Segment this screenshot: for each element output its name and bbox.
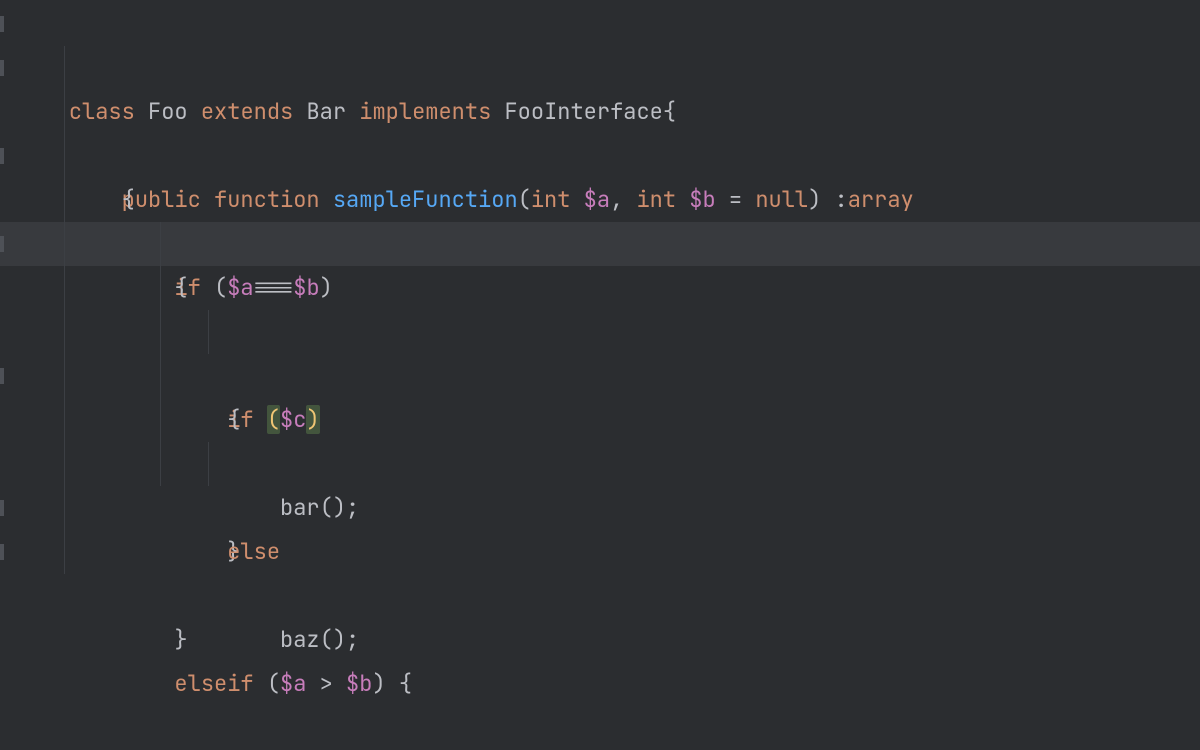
- indent-guide: [64, 398, 65, 442]
- indent-guide: [64, 442, 65, 486]
- keyword-elseif: elseif: [174, 669, 253, 698]
- code-line[interactable]: if ($a===$b): [0, 134, 1200, 178]
- indent-guide: [64, 310, 65, 354]
- indent-guide: [160, 310, 161, 354]
- code-line[interactable]: {: [0, 266, 1200, 310]
- indent-guide: [64, 178, 65, 222]
- gutter-mark-icon: [0, 236, 4, 252]
- indent-guide: [160, 266, 161, 310]
- indent-guide: [64, 354, 65, 398]
- variable: $a: [280, 669, 306, 698]
- indent-guide: [64, 134, 65, 178]
- gutter-mark-icon: [0, 60, 4, 76]
- code-line[interactable]: baz();: [0, 442, 1200, 486]
- indent-guide: [64, 90, 65, 134]
- variable: $b: [346, 669, 372, 698]
- code-line[interactable]: elseif ($a > $b) {: [0, 530, 1200, 574]
- brace-close: }: [174, 625, 187, 654]
- indent-guide: [64, 486, 65, 530]
- indent-guide: [64, 266, 65, 310]
- code-line[interactable]: else: [0, 398, 1200, 442]
- code-line[interactable]: }: [0, 486, 1200, 530]
- code-line[interactable]: bar();: [0, 310, 1200, 354]
- indent-guide: [160, 442, 161, 486]
- indent-guide: [64, 46, 65, 90]
- code-line[interactable]: {: [0, 178, 1200, 222]
- paren-close: ): [372, 669, 385, 698]
- indent-guide: [64, 222, 65, 266]
- paren-open: (: [267, 669, 280, 698]
- indent-guide: [160, 222, 161, 266]
- gutter-mark-icon: [0, 368, 4, 384]
- gutter-mark-icon: [0, 544, 4, 560]
- code-line[interactable]: }: [0, 354, 1200, 398]
- indent-guide: [208, 310, 209, 354]
- indent-guide: [160, 354, 161, 398]
- gutter-mark-icon: [0, 16, 4, 32]
- brace-open: {: [399, 669, 412, 698]
- indent-guide: [160, 398, 161, 442]
- indent-guide: [208, 442, 209, 486]
- code-line[interactable]: public function sampleFunction(int $a, i…: [0, 46, 1200, 90]
- operator-gt: >: [306, 669, 346, 698]
- function-call: baz: [280, 625, 320, 654]
- indent-guide: [64, 530, 65, 574]
- gutter-mark-icon: [0, 500, 4, 516]
- gutter-mark-icon: [0, 148, 4, 164]
- code-line[interactable]: {: [0, 90, 1200, 134]
- code-line[interactable]: class Foo extends Bar implements FooInte…: [0, 2, 1200, 46]
- code-editor[interactable]: class Foo extends Bar implements FooInte…: [0, 0, 1200, 574]
- code-line-active[interactable]: if ($c): [0, 222, 1200, 266]
- semicolon: ;: [346, 625, 359, 654]
